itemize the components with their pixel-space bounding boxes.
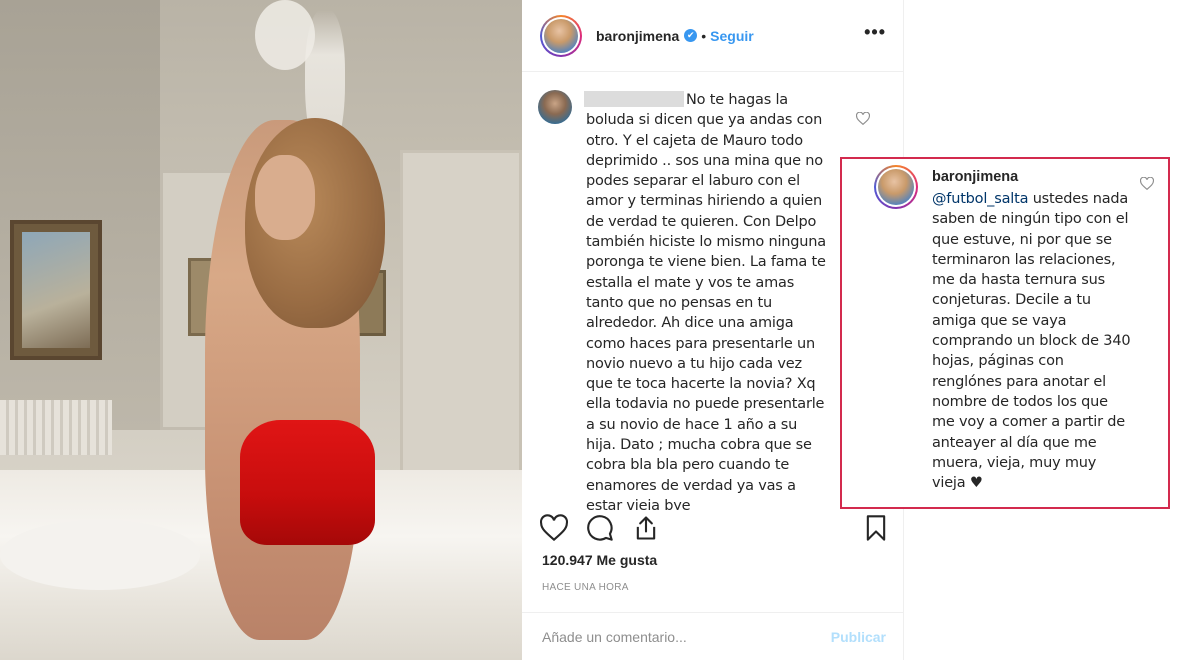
- avatar[interactable]: [540, 14, 582, 57]
- reply-avatar[interactable]: [874, 165, 918, 209]
- reply-body: ustedes nada saben de ningún tipo con el…: [932, 191, 1131, 492]
- separator-dot: •: [701, 27, 707, 44]
- reply-like-icon[interactable]: [1140, 177, 1154, 190]
- comment-like-icon[interactable]: [856, 112, 870, 125]
- verified-badge-icon: ✔: [684, 29, 698, 42]
- reply-username[interactable]: baronjimena: [932, 169, 1018, 185]
- reply-mention[interactable]: @futbol_salta: [932, 191, 1028, 207]
- photo-sheet: [0, 520, 200, 590]
- photo-wall: [0, 0, 160, 430]
- add-comment-bar: Añade un comentario... Publicar: [522, 612, 904, 660]
- publish-button[interactable]: Publicar: [831, 629, 886, 645]
- bookmark-icon[interactable]: [862, 514, 890, 542]
- comment-icon[interactable]: [586, 514, 614, 542]
- photo-painting: [10, 220, 102, 360]
- comment-text: No te hagas la boluda si dicen que ya an…: [586, 92, 826, 510]
- post-timestamp: HACE UNA HORA: [542, 582, 629, 593]
- more-options-icon[interactable]: •••: [864, 22, 886, 43]
- likes-count[interactable]: 120.947 Me gusta: [542, 552, 657, 568]
- commenter-avatar[interactable]: [538, 90, 572, 124]
- photo-door-right: [400, 150, 522, 500]
- reply-text: @futbol_salta ustedes nada saben de ning…: [932, 189, 1132, 493]
- comment-input[interactable]: Añade un comentario...: [542, 629, 687, 645]
- heart-icon[interactable]: [540, 514, 568, 542]
- highlighted-reply: baronjimena @futbol_salta ustedes nada s…: [840, 157, 1170, 509]
- avatar-image: [544, 18, 578, 53]
- photo-radiator: [0, 400, 112, 455]
- photo-red-shorts: [240, 420, 375, 545]
- post-username[interactable]: baronjimena: [596, 28, 679, 44]
- reply-avatar-image: [878, 169, 914, 205]
- share-icon[interactable]: [632, 514, 660, 542]
- photo-face: [255, 155, 315, 240]
- action-bar: [522, 510, 904, 550]
- follow-button[interactable]: Seguir: [710, 28, 754, 44]
- post-header: baronjimena ✔ • Seguir •••: [522, 0, 904, 72]
- post-photo[interactable]: [0, 0, 522, 660]
